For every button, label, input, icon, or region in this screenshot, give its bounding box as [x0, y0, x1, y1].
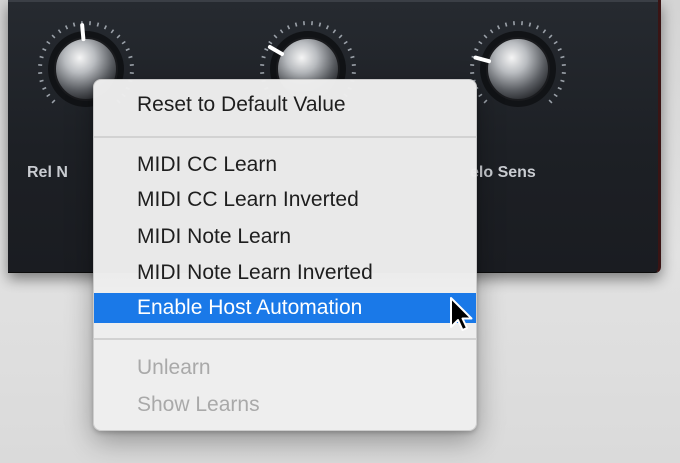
knob-tick — [478, 93, 483, 98]
knob-tick — [483, 34, 488, 39]
knob-tick — [553, 40, 558, 45]
knob-tick — [496, 25, 501, 30]
context-menu: Reset to Default Value MIDI CC Learn MID… — [93, 79, 477, 431]
knob-body — [486, 37, 550, 101]
knob-tick — [273, 34, 278, 39]
menu-item-midi-note-learn[interactable]: MIDI Note Learn — [94, 222, 476, 252]
knob-tick — [557, 86, 562, 91]
menu-item-midi-cc-learn[interactable]: MIDI CC Learn — [94, 150, 476, 180]
knob-pointer — [80, 23, 86, 42]
knob-tick — [46, 40, 51, 45]
menu-separator — [94, 338, 476, 340]
knob-tick — [72, 22, 76, 27]
knob-tick — [42, 86, 47, 91]
knob-tick — [489, 29, 494, 34]
knob-tick — [116, 34, 121, 39]
panel-top-rule — [8, 0, 658, 2]
knob-tick — [64, 25, 69, 30]
knob-tick — [325, 25, 330, 30]
knob-tick — [268, 40, 273, 45]
knob-tick — [51, 34, 56, 39]
knob-tick — [286, 25, 291, 30]
knob-tick — [103, 25, 108, 30]
rel-knob-label: Rel N — [27, 164, 68, 181]
menu-item-unlearn[interactable]: Unlearn — [94, 353, 476, 383]
knob-tick — [528, 22, 532, 27]
knob-tick — [125, 47, 130, 52]
knob-tick — [347, 47, 352, 52]
knob-tick — [128, 55, 133, 59]
knob-tick — [57, 29, 62, 34]
menu-item-midi-note-learn-inverted[interactable]: MIDI Note Learn Inverted — [94, 258, 476, 288]
knob-tick — [535, 25, 540, 30]
knob-tick — [51, 99, 56, 104]
knob-tick — [338, 34, 343, 39]
knob-tick — [557, 47, 562, 52]
knob-tick — [560, 79, 565, 83]
knob-tick — [279, 29, 284, 34]
knob-tick — [350, 55, 355, 59]
knob-tick — [504, 22, 508, 27]
velo-sens-knob-label: elo Sens — [470, 164, 536, 181]
knob-tick — [560, 55, 565, 59]
knob-tick — [121, 40, 126, 45]
menu-item-show-learns[interactable]: Show Learns — [94, 390, 476, 420]
knob-tick — [264, 47, 269, 52]
knob-tick — [39, 55, 44, 59]
knob-tick — [46, 93, 51, 98]
knob-tick — [42, 47, 47, 52]
knob-tick — [294, 22, 298, 27]
knob-tick — [261, 55, 266, 59]
knob-tick — [548, 99, 553, 104]
knob-tick — [474, 47, 479, 52]
knob-tick — [548, 34, 553, 39]
knob-tick — [343, 40, 348, 45]
knob-tick — [553, 93, 558, 98]
knob-tick — [542, 29, 547, 34]
knob-tick — [39, 79, 44, 83]
knob-tick — [110, 29, 115, 34]
arrow-pointer-icon — [450, 297, 473, 331]
menu-item-midi-cc-learn-inverted[interactable]: MIDI CC Learn Inverted — [94, 185, 476, 215]
knob-tick — [318, 22, 322, 27]
knob-tick — [483, 99, 488, 104]
menu-item-reset-default[interactable]: Reset to Default Value — [94, 90, 476, 120]
knob-tick — [332, 29, 337, 34]
knob-tick — [96, 22, 100, 27]
knob-tick — [478, 40, 483, 45]
menu-item-enable-host-automation[interactable]: Enable Host Automation — [94, 293, 476, 323]
menu-separator — [94, 136, 476, 138]
velo-sens-knob[interactable] — [463, 14, 573, 124]
